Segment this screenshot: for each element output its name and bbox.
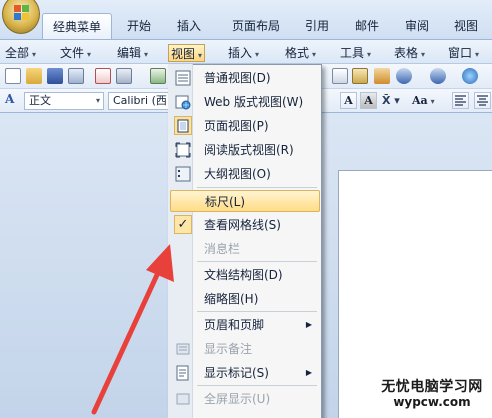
menu-item-show-markup[interactable]: 显示标记(S) ▶ bbox=[170, 362, 320, 384]
tab-view[interactable]: 视图 bbox=[446, 13, 486, 39]
font-combo[interactable]: Calibri (西 bbox=[108, 92, 170, 110]
menu-item-reading-layout[interactable]: 阅读版式视图(R) bbox=[170, 139, 320, 161]
web-layout-icon bbox=[175, 94, 191, 110]
change-case-button[interactable]: Aa ▾ bbox=[412, 92, 442, 109]
menu-item-web-layout[interactable]: Web 版式视图(W) bbox=[170, 91, 320, 113]
menu-item-print-layout[interactable]: 页面视图(P) bbox=[170, 115, 320, 137]
menu-item-full-screen: 全屏显示(U) bbox=[170, 388, 320, 410]
align-left-icon[interactable] bbox=[452, 92, 469, 109]
chevron-down-icon: ▾ bbox=[144, 50, 149, 59]
chevron-down-icon: ▾ bbox=[198, 51, 203, 60]
chevron-down-icon: ▾ bbox=[430, 96, 435, 106]
outline-view-icon bbox=[175, 166, 191, 182]
menu-table[interactable]: 表格 ▾ bbox=[394, 44, 425, 62]
tab-references[interactable]: 引用 bbox=[294, 13, 340, 39]
tab-insert[interactable]: 插入 bbox=[166, 13, 212, 39]
align-center-icon[interactable] bbox=[474, 92, 491, 109]
menu-item-outline-view[interactable]: 大纲视图(O) bbox=[170, 163, 320, 185]
menu-item-thumbnails[interactable]: 缩略图(H) bbox=[170, 288, 320, 310]
menu-item-header-footer[interactable]: 页眉和页脚 ▶ bbox=[170, 314, 320, 336]
print-layout-icon bbox=[174, 116, 192, 135]
tab-page-layout[interactable]: 页面布局 bbox=[222, 13, 290, 39]
menu-item-show-notes: 显示备注 bbox=[170, 338, 320, 360]
menu-item-ruler[interactable]: 标尺(L) bbox=[170, 190, 320, 212]
menu-file[interactable]: 文件 ▾ bbox=[60, 44, 91, 62]
chevron-down-icon: ▾ bbox=[312, 50, 317, 59]
tab-classic-menu[interactable]: 经典菜单 bbox=[42, 13, 112, 39]
menu-view[interactable]: 视图 ▾ bbox=[168, 44, 206, 62]
menu-separator bbox=[197, 187, 317, 188]
chevron-down-icon: ▾ bbox=[32, 50, 37, 59]
tab-home[interactable]: 开始 bbox=[116, 13, 162, 39]
chevron-down-icon: ▾ bbox=[475, 50, 480, 59]
menu-item-gridlines[interactable]: ✓ 查看网格线(S) bbox=[170, 214, 320, 236]
chevron-down-icon: ▾ bbox=[87, 50, 92, 59]
menu-window[interactable]: 窗口 ▾ bbox=[448, 44, 479, 62]
hyperlink-icon[interactable] bbox=[462, 68, 478, 84]
styles-icon[interactable]: A bbox=[5, 92, 21, 109]
submenu-arrow-icon: ▶ bbox=[305, 320, 312, 329]
paste-icon[interactable] bbox=[352, 68, 368, 84]
menu-edit[interactable]: 编辑 ▾ bbox=[117, 44, 148, 62]
print-preview-icon[interactable] bbox=[95, 68, 111, 84]
save-icon[interactable] bbox=[47, 68, 63, 84]
spelling-icon[interactable] bbox=[150, 68, 166, 84]
chevron-down-icon: ▾ bbox=[367, 50, 372, 59]
menu-separator bbox=[197, 261, 317, 262]
tab-review[interactable]: 审阅 bbox=[394, 13, 440, 39]
style-combo[interactable]: 正文 ▾ bbox=[24, 92, 104, 110]
character-shading-button[interactable]: A bbox=[360, 92, 377, 109]
menu-item-message-bar: 消息栏 bbox=[204, 242, 241, 256]
submenu-arrow-icon: ▶ bbox=[305, 368, 312, 377]
print-icon[interactable] bbox=[116, 68, 132, 84]
menu-insert[interactable]: 插入 ▾ bbox=[228, 44, 259, 62]
menu-separator bbox=[197, 385, 317, 386]
menu-format[interactable]: 格式 ▾ bbox=[285, 44, 316, 62]
chevron-down-icon: ▾ bbox=[255, 50, 260, 59]
open-folder-icon[interactable] bbox=[26, 68, 42, 84]
redo-icon[interactable] bbox=[430, 68, 446, 84]
menu-item-normal-view[interactable]: 普通视图(D) bbox=[170, 67, 320, 89]
undo-icon[interactable] bbox=[396, 68, 412, 84]
tab-mailings[interactable]: 邮件 bbox=[344, 13, 390, 39]
red-arrow-annotation bbox=[91, 244, 174, 415]
chevron-down-icon[interactable]: ▾ bbox=[96, 93, 100, 109]
new-document-icon[interactable] bbox=[5, 68, 21, 84]
menu-all[interactable]: 全部 ▾ bbox=[5, 44, 36, 62]
reading-layout-icon bbox=[175, 142, 191, 158]
menu-separator bbox=[197, 311, 317, 312]
office-logo-icon bbox=[14, 5, 30, 21]
watermark-url: wypcw.com bbox=[393, 395, 471, 409]
chevron-down-icon: ▾ bbox=[421, 50, 426, 59]
watermark-title: 无忧电脑学习网 bbox=[381, 379, 483, 395]
permission-icon[interactable] bbox=[68, 68, 84, 84]
menu-item-document-map[interactable]: 文档结构图(D) bbox=[170, 264, 320, 286]
format-painter-icon[interactable] bbox=[374, 68, 390, 84]
grow-font-button[interactable]: A bbox=[340, 92, 357, 109]
watermark: 无忧电脑学习网 wypcw.com bbox=[372, 380, 492, 408]
copy-icon[interactable] bbox=[332, 68, 348, 84]
normal-view-icon bbox=[175, 70, 191, 86]
text-effects-icon[interactable]: X̄ ▾ bbox=[382, 92, 408, 109]
menu-tools[interactable]: 工具 ▾ bbox=[340, 44, 371, 62]
